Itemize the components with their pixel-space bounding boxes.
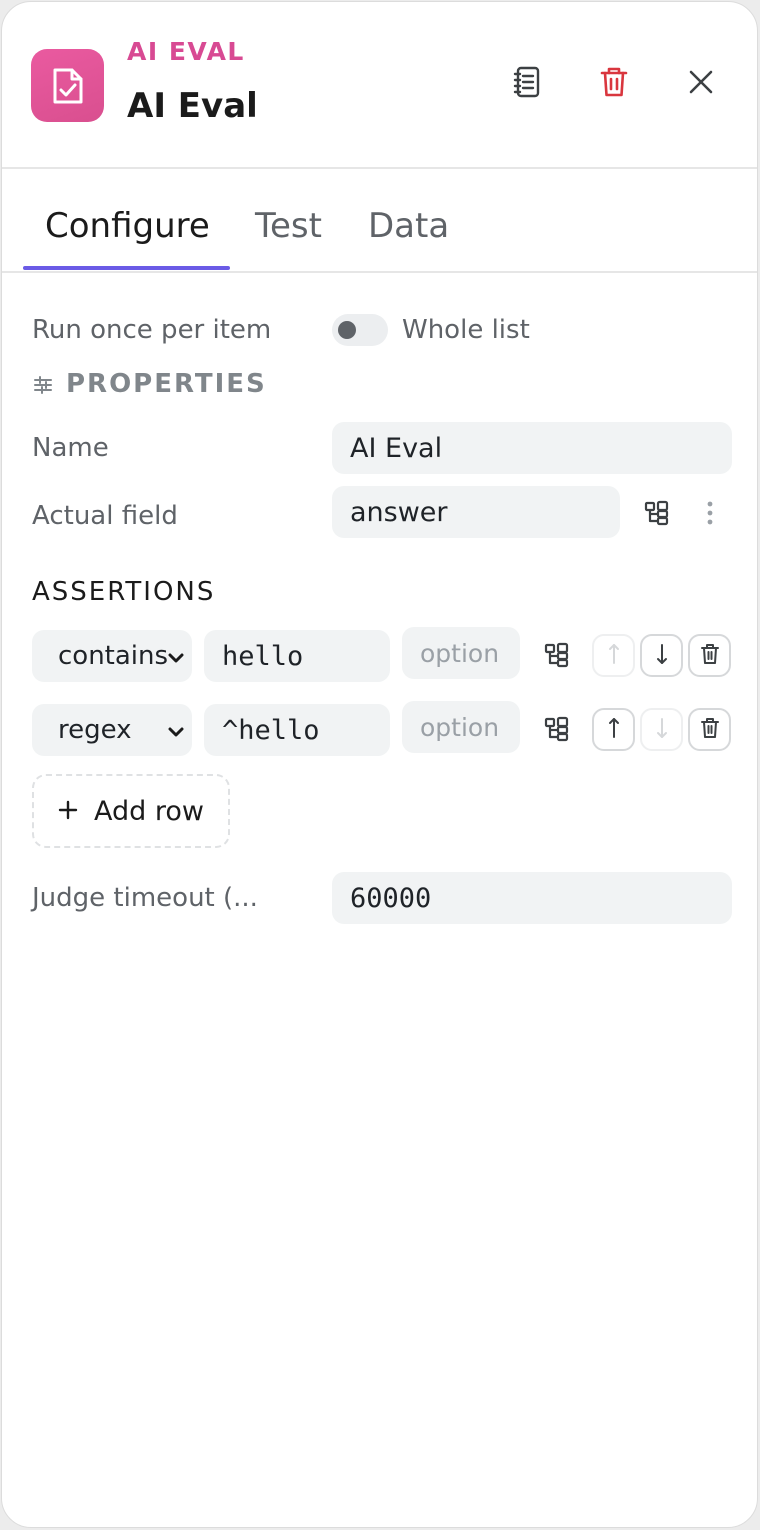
tab-configure[interactable]: Configure — [45, 206, 210, 246]
close-icon — [689, 70, 713, 98]
arrow-down-icon — [656, 716, 668, 744]
move-down-button[interactable] — [640, 634, 683, 677]
arrow-up-icon — [608, 716, 620, 744]
trash-icon — [700, 717, 719, 743]
actual-field-input[interactable]: answer — [332, 486, 620, 538]
notebook-icon — [512, 66, 542, 102]
move-up-button[interactable] — [592, 634, 635, 677]
panel-header: AI EVAL AI Eval — [2, 2, 757, 169]
assertion-type-value: regex — [58, 715, 132, 745]
close-button[interactable] — [681, 64, 721, 104]
node-type-label: AI EVAL — [127, 37, 245, 66]
name-field[interactable]: AI Eval — [332, 422, 732, 474]
add-row-label: Add row — [94, 795, 204, 827]
assertion-value-input[interactable]: hello — [204, 630, 390, 682]
arrow-down-icon — [656, 642, 668, 670]
field-tree-icon — [644, 500, 670, 530]
delete-node-button[interactable] — [594, 64, 634, 104]
tab-test[interactable]: Test — [255, 206, 322, 246]
node-title: AI Eval — [127, 86, 258, 126]
move-up-button[interactable] — [592, 708, 635, 751]
chevron-down-icon — [168, 715, 184, 745]
whole-list-toggle[interactable] — [332, 314, 388, 346]
actual-field-label: Actual field — [32, 501, 178, 531]
field-picker-button[interactable] — [640, 498, 674, 532]
assertion-field-picker-button[interactable] — [540, 714, 574, 748]
sliders-icon — [33, 375, 53, 399]
judge-timeout-label: Judge timeout (... — [32, 883, 258, 913]
more-vertical-icon — [707, 500, 713, 530]
tab-data[interactable]: Data — [368, 206, 449, 246]
more-options-button[interactable] — [696, 498, 724, 532]
delete-row-button[interactable] — [688, 634, 731, 677]
assertion-option-input[interactable]: option — [402, 627, 520, 679]
plus-icon — [58, 796, 78, 827]
assertion-option-input[interactable]: option — [402, 701, 520, 753]
run-mode-label: Run once per item — [32, 315, 272, 345]
node-config-panel: AI EVAL AI Eval Configure Test Data Run … — [1, 1, 758, 1528]
whole-list-label: Whole list — [402, 315, 530, 345]
judge-timeout-input[interactable]: 60000 — [332, 872, 732, 924]
move-down-button[interactable] — [640, 708, 683, 751]
add-row-button[interactable]: Add row — [32, 774, 230, 848]
arrow-up-icon — [608, 642, 620, 670]
delete-row-button[interactable] — [688, 708, 731, 751]
assertion-type-select[interactable]: regex — [32, 704, 192, 756]
properties-heading: PROPERTIES — [66, 369, 267, 399]
assertions-heading: ASSERTIONS — [32, 577, 216, 607]
assertion-type-value: contains — [58, 641, 169, 671]
name-label: Name — [32, 433, 109, 463]
field-tree-icon — [544, 642, 570, 672]
assertion-value-input[interactable]: ^hello — [204, 704, 390, 756]
chevron-down-icon — [168, 641, 184, 671]
trash-icon — [700, 643, 719, 669]
docs-button[interactable] — [507, 64, 547, 104]
trash-icon — [600, 66, 628, 102]
field-tree-icon — [544, 716, 570, 746]
ai-eval-icon — [31, 49, 104, 122]
assertion-field-picker-button[interactable] — [540, 640, 574, 674]
tab-bar: Configure Test Data — [2, 170, 757, 273]
toggle-knob — [338, 321, 356, 339]
assertion-type-select[interactable]: contains — [32, 630, 192, 682]
active-tab-indicator — [23, 266, 230, 270]
